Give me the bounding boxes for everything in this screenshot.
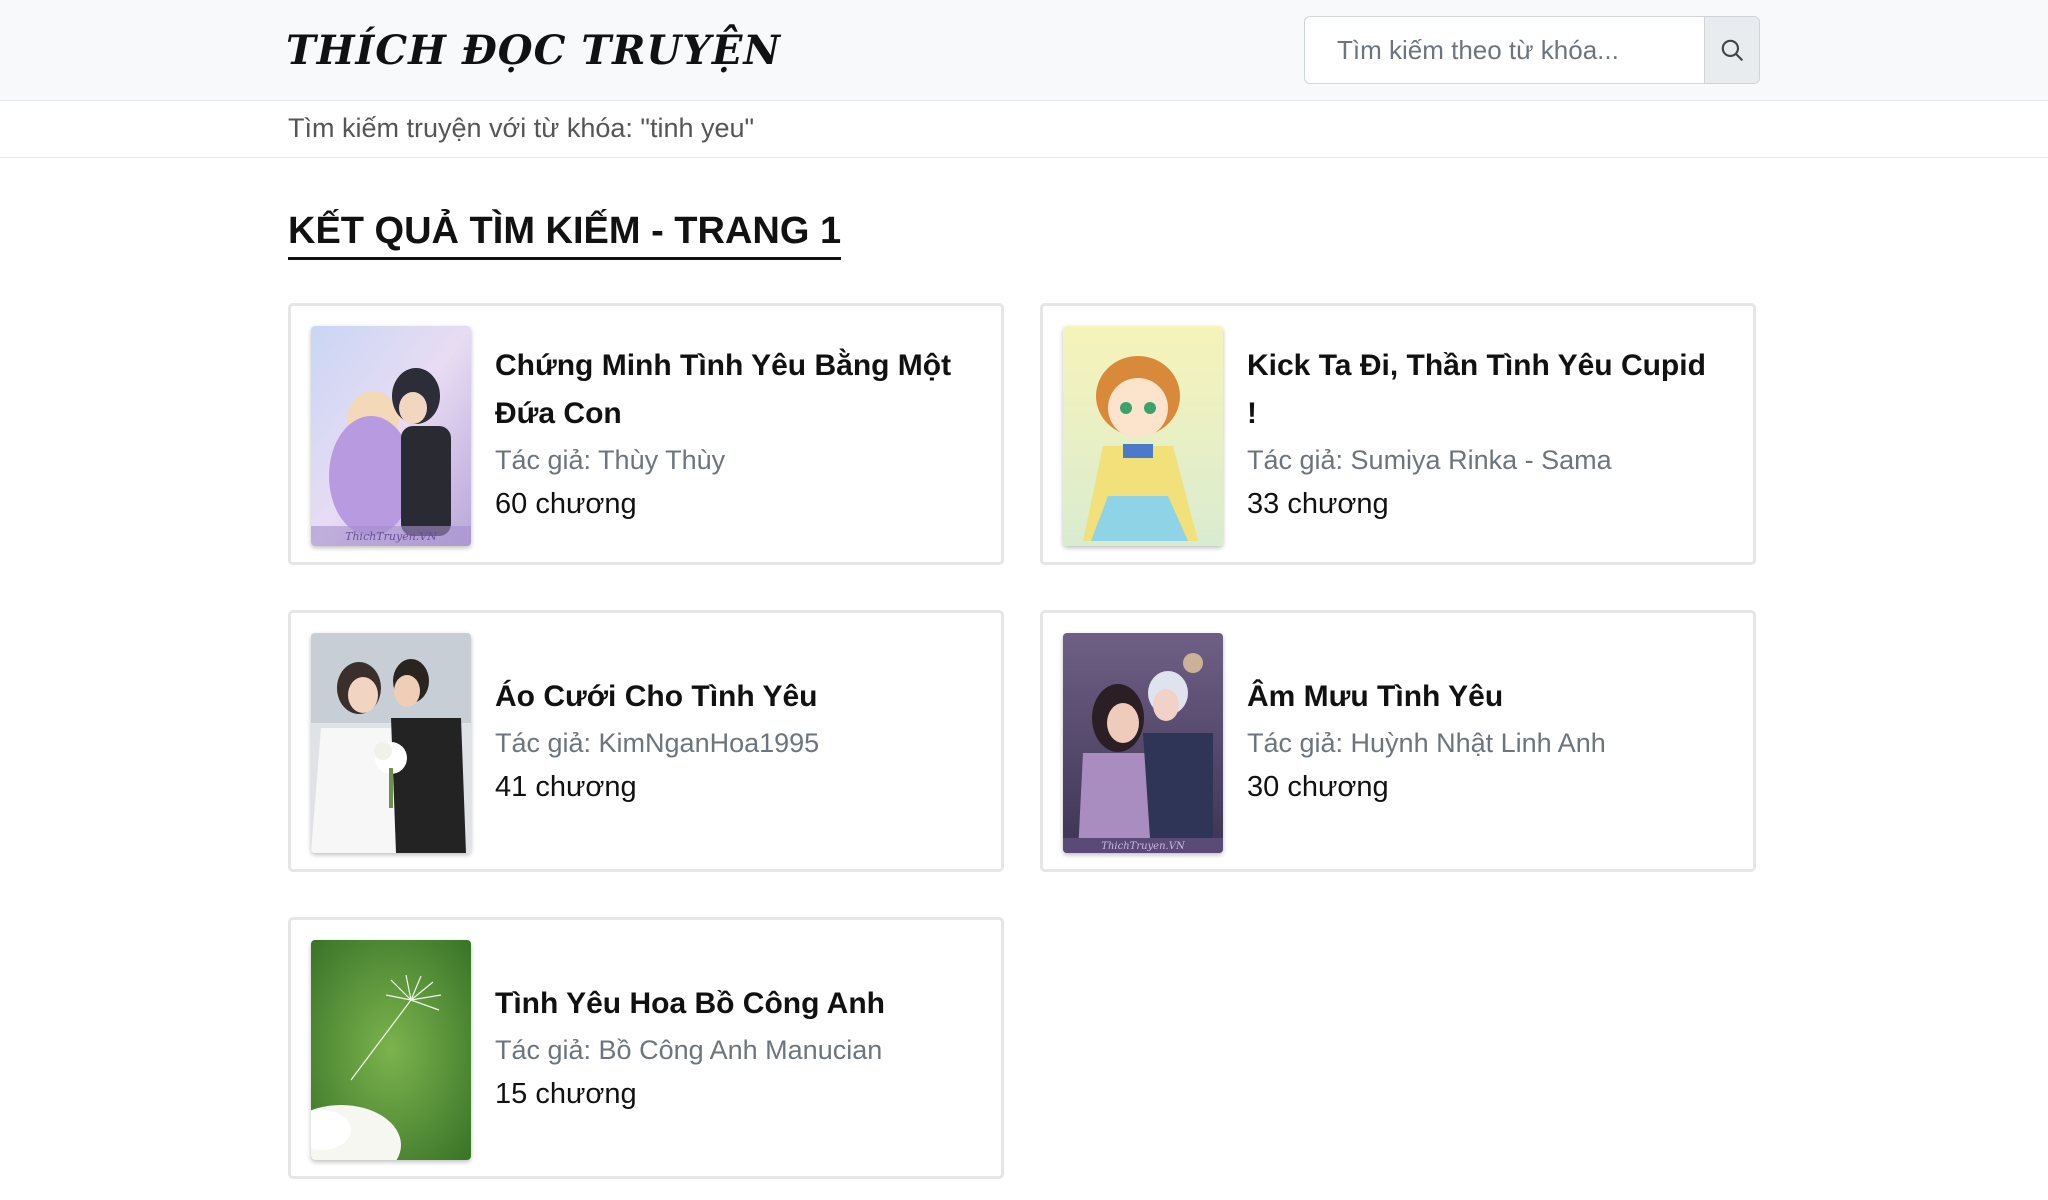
story-info: Tình Yêu Hoa Bồ Công Anh Tác giả: Bồ Côn… — [495, 920, 965, 1176]
story-chapters: 15 chương — [495, 1078, 637, 1110]
story-chapters: 33 chương — [1247, 488, 1389, 520]
search-icon — [1721, 39, 1743, 61]
cover-watermark: ThichTruyen.VN — [1101, 841, 1186, 852]
story-title[interactable]: Kick Ta Đi, Thần Tình Yêu Cupid ! — [1247, 342, 1717, 438]
story-card[interactable]: ThichTruyen.VN Âm Mưu Tình Yêu Tác giả: … — [1040, 610, 1756, 872]
search-input[interactable] — [1305, 17, 1704, 83]
story-info: Kick Ta Đi, Thần Tình Yêu Cupid ! Tác gi… — [1247, 306, 1717, 562]
story-author: Tác giả: Bồ Công Anh Manucian — [495, 1035, 883, 1065]
story-chapters: 41 chương — [495, 771, 637, 803]
story-info: Áo Cưới Cho Tình Yêu Tác giả: KimNganHoa… — [495, 613, 965, 869]
story-chapters: 60 chương — [495, 488, 637, 520]
cover-watermark: ThichTruyen.VN — [345, 530, 437, 543]
search-button[interactable] — [1704, 17, 1759, 83]
story-chapters: 30 chương — [1247, 771, 1389, 803]
story-title[interactable]: Âm Mưu Tình Yêu — [1247, 673, 1717, 721]
story-author: Tác giả: Huỳnh Nhật Linh Anh — [1247, 728, 1606, 758]
story-author: Tác giả: Sumiya Rinka - Sama — [1247, 445, 1612, 475]
site-header: THÍCH ĐỌC TRUYỆN — [0, 0, 2048, 101]
story-author: Tác giả: KimNganHoa1995 — [495, 728, 820, 758]
search-box — [1304, 16, 1760, 84]
story-card[interactable]: Tình Yêu Hoa Bồ Công Anh Tác giả: Bồ Côn… — [288, 917, 1004, 1179]
story-cover[interactable] — [311, 940, 471, 1160]
story-card[interactable]: Kick Ta Đi, Thần Tình Yêu Cupid ! Tác gi… — [1040, 303, 1756, 565]
story-cover[interactable]: ThichTruyen.VN — [311, 326, 471, 546]
story-title[interactable]: Tình Yêu Hoa Bồ Công Anh — [495, 980, 965, 1028]
story-title[interactable]: Áo Cưới Cho Tình Yêu — [495, 673, 965, 721]
story-cover[interactable] — [311, 633, 471, 853]
site-logo[interactable]: THÍCH ĐỌC TRUYỆN — [286, 18, 781, 82]
story-info: Chứng Minh Tình Yêu Bằng Một Đứa Con Tác… — [495, 306, 965, 562]
story-cover[interactable]: ThichTruyen.VN — [1063, 633, 1223, 853]
story-card[interactable]: Áo Cưới Cho Tình Yêu Tác giả: KimNganHoa… — [288, 610, 1004, 872]
breadcrumb: Tìm kiếm truyện với từ khóa: "tinh yeu" — [288, 113, 755, 143]
page-title: KẾT QUẢ TÌM KIẾM - TRANG 1 — [288, 210, 842, 260]
breadcrumb-bar: Tìm kiếm truyện với từ khóa: "tinh yeu" — [0, 101, 2048, 158]
story-author: Tác giả: Thùy Thùy — [495, 445, 726, 475]
story-title[interactable]: Chứng Minh Tình Yêu Bằng Một Đứa Con — [495, 342, 965, 438]
story-info: Âm Mưu Tình Yêu Tác giả: Huỳnh Nhật Linh… — [1247, 613, 1717, 869]
story-card[interactable]: ThichTruyen.VN Chứng Minh Tình Yêu Bằng … — [288, 303, 1004, 565]
story-cover[interactable] — [1063, 326, 1223, 546]
